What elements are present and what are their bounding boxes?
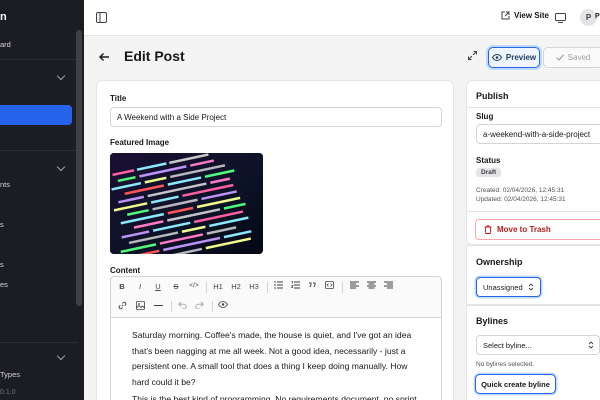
align-center-icon[interactable] (364, 281, 378, 291)
toolbar-divider (171, 301, 172, 312)
saved-label: Saved (567, 53, 591, 62)
ownership-value: Unassigned (483, 282, 523, 292)
content-label: Content (110, 266, 141, 275)
move-to-trash-label: Move to Trash (497, 225, 551, 234)
title-input[interactable]: A Weekend with a Side Project (110, 107, 442, 127)
image-icon[interactable] (133, 301, 147, 312)
bylines-title: Bylines (476, 316, 509, 326)
preview-label: Preview (505, 53, 537, 62)
sidebar-item-types[interactable]: Types (0, 370, 20, 379)
blockquote-icon[interactable] (305, 281, 319, 291)
sidebar: n ard nts s s es Types 0.1.0 (0, 0, 84, 400)
featured-image[interactable] (110, 153, 263, 254)
external-link-icon (501, 11, 510, 20)
toolbar-divider (206, 282, 207, 293)
horizontal-rule-icon[interactable] (151, 301, 165, 312)
bullet-list-icon[interactable] (271, 281, 285, 291)
chevron-down-icon[interactable] (56, 71, 66, 81)
trash-icon (484, 225, 492, 234)
status-badge: Draft (476, 168, 502, 177)
toolbar-divider (212, 301, 213, 312)
sidebar-item[interactable]: s (0, 260, 4, 269)
align-left-icon[interactable] (347, 281, 361, 291)
quick-create-byline-button[interactable]: Quick create byline (475, 374, 556, 394)
chevron-down-icon[interactable] (56, 162, 66, 172)
slug-label: Slug (476, 112, 494, 121)
post-editor-card: Title A Weekend with a Side Project Feat… (96, 80, 454, 400)
move-to-trash-button[interactable]: Move to Trash (475, 219, 600, 240)
page-title: Edit Post (124, 48, 185, 64)
undo-icon[interactable] (175, 301, 189, 311)
sidebar-divider (0, 342, 78, 343)
bold-button[interactable]: B (115, 282, 129, 291)
ordered-list-icon[interactable] (288, 281, 302, 291)
no-bylines-text: No bylines selected. (476, 361, 535, 368)
sidebar-divider (0, 59, 78, 60)
expand-icon[interactable] (468, 51, 477, 63)
code-block-icon[interactable] (322, 281, 336, 291)
back-arrow-icon[interactable] (98, 48, 110, 66)
view-site-link[interactable]: View Site (501, 11, 549, 20)
topbar: View Site P P (84, 0, 600, 36)
heading-3-button[interactable]: H3 (247, 282, 261, 291)
align-right-icon[interactable] (381, 281, 395, 291)
panel-divider (467, 211, 600, 212)
app-version: 0.1.0 (0, 389, 16, 396)
sidebar-item[interactable]: s (0, 220, 4, 229)
strikethrough-button[interactable]: S (169, 282, 183, 291)
toolbar-divider (267, 282, 268, 293)
panel-divider (467, 107, 600, 108)
created-timestamp: Created: 02/04/2026, 12:45:31 (476, 187, 565, 194)
byline-select[interactable]: Select byline... (476, 335, 600, 355)
sidebar-item[interactable]: es (0, 280, 8, 289)
underline-button[interactable]: U (151, 282, 165, 291)
eye-icon[interactable] (216, 301, 230, 310)
slug-input[interactable]: a-weekend-with-a-side-project (476, 124, 600, 144)
byline-select-value: Select byline... (483, 340, 532, 350)
rich-text-toolbar: B I U S </> H1 H2 H3 (110, 276, 442, 318)
content-editor[interactable]: Saturday morning. Coffee's made, the hou… (110, 317, 442, 400)
sidebar-scrollbar[interactable] (76, 30, 82, 306)
content-paragraph: Saturday morning. Coffee's made, the hou… (132, 330, 412, 387)
sidebar-item-dashboard[interactable]: ard (0, 40, 11, 49)
sidebar-toggle-icon[interactable] (95, 11, 107, 23)
eye-icon (491, 54, 502, 61)
updated-timestamp: Updated: 02/04/2026, 12:45:31 (476, 196, 566, 203)
sidebar-divider (0, 150, 78, 151)
chevron-updown-icon (528, 283, 533, 291)
sidebar-item-events[interactable]: nts (0, 180, 10, 189)
publish-title: Publish (476, 91, 509, 101)
content-paragraph: This is the best kind of programming. No… (132, 394, 417, 400)
toolbar-divider (342, 282, 343, 293)
chevron-down-icon[interactable] (56, 351, 66, 361)
italic-button[interactable]: I (133, 282, 147, 291)
ownership-select[interactable]: Unassigned (476, 277, 541, 297)
sidebar-item-active[interactable] (0, 105, 72, 125)
publish-panel: Publish Slug a-weekend-with-a-side-proje… (466, 80, 600, 245)
ownership-title: Ownership (476, 257, 523, 267)
title-label: Title (110, 94, 127, 103)
user-name[interactable]: P (595, 13, 600, 20)
status-label: Status (476, 156, 501, 165)
link-icon[interactable] (115, 301, 129, 312)
preview-button[interactable]: Preview (488, 47, 540, 68)
saved-button[interactable]: Saved (543, 47, 600, 68)
view-site-label: View Site (514, 11, 549, 20)
check-icon (555, 54, 564, 61)
redo-icon[interactable] (192, 301, 206, 311)
chevron-updown-icon (588, 341, 594, 349)
heading-1-button[interactable]: H1 (211, 282, 225, 291)
ownership-panel: Ownership Unassigned (466, 245, 600, 305)
featured-image-label: Featured Image (110, 138, 170, 147)
code-button[interactable]: </> (187, 282, 201, 289)
monitor-icon[interactable] (554, 12, 566, 23)
heading-2-button[interactable]: H2 (229, 282, 243, 291)
sidebar-brand: n (0, 11, 7, 23)
